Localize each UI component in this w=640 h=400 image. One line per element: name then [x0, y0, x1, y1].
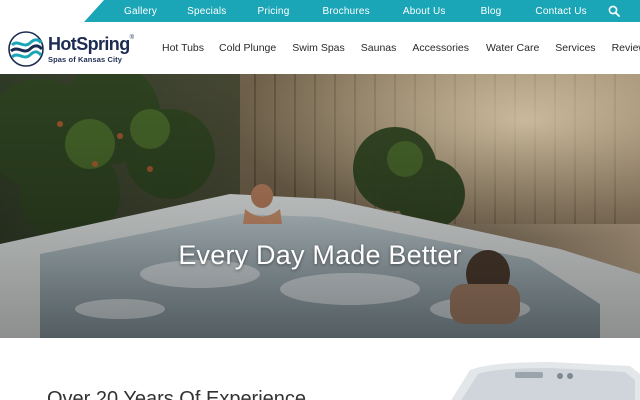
main-nav: Hot Tubs Cold Plunge Swim Spas Saunas Ac…	[162, 22, 640, 74]
nav-item-water-care[interactable]: Water Care	[486, 42, 539, 54]
nav-item-reviews[interactable]: Reviews	[612, 42, 640, 54]
utility-link-brochures[interactable]: Brochures	[322, 6, 369, 17]
search-icon	[608, 5, 620, 17]
nav-item-cold-plunge[interactable]: Cold Plunge	[219, 42, 276, 54]
intro-section: Over 20 Years Of Experience	[0, 338, 640, 400]
hot-tub-product-image	[451, 362, 640, 400]
utility-link-specials[interactable]: Specials	[187, 6, 226, 17]
nav-item-hot-tubs[interactable]: Hot Tubs	[162, 42, 204, 54]
nav-item-saunas[interactable]: Saunas	[361, 42, 397, 54]
logo-subtitle: Spas of Kansas City	[48, 54, 123, 64]
hero-title: Every Day Made Better	[178, 240, 462, 270]
wave-logo-icon	[8, 31, 44, 67]
utility-bar-angle	[84, 0, 104, 22]
utility-link-about-us[interactable]: About Us	[403, 6, 446, 17]
nav-item-accessories[interactable]: Accessories	[412, 42, 469, 54]
utility-link-gallery[interactable]: Gallery	[124, 6, 157, 17]
logo[interactable]: HotSpring® Spas of Kansas City	[8, 30, 138, 68]
utility-link-pricing[interactable]: Pricing	[257, 6, 289, 17]
utility-bar: Gallery Specials Pricing Brochures About…	[0, 0, 640, 22]
hero-banner: Every Day Made Better	[0, 74, 640, 338]
site-header: HotSpring® Spas of Kansas City Hot Tubs …	[0, 22, 640, 74]
nav-item-services[interactable]: Services	[555, 42, 595, 54]
hero-image	[0, 74, 640, 338]
utility-link-contact-us[interactable]: Contact Us	[535, 6, 586, 17]
section-heading: Over 20 Years Of Experience	[47, 388, 307, 400]
nav-item-swim-spas[interactable]: Swim Spas	[292, 42, 345, 54]
logo-text: HotSpring® Spas of Kansas City	[48, 35, 134, 64]
logo-registered-mark: ®	[129, 34, 135, 41]
search-button[interactable]	[607, 4, 621, 18]
logo-brand: HotSpring	[48, 33, 130, 54]
utility-link-blog[interactable]: Blog	[481, 6, 502, 17]
utility-nav: Gallery Specials Pricing Brochures About…	[108, 0, 640, 22]
